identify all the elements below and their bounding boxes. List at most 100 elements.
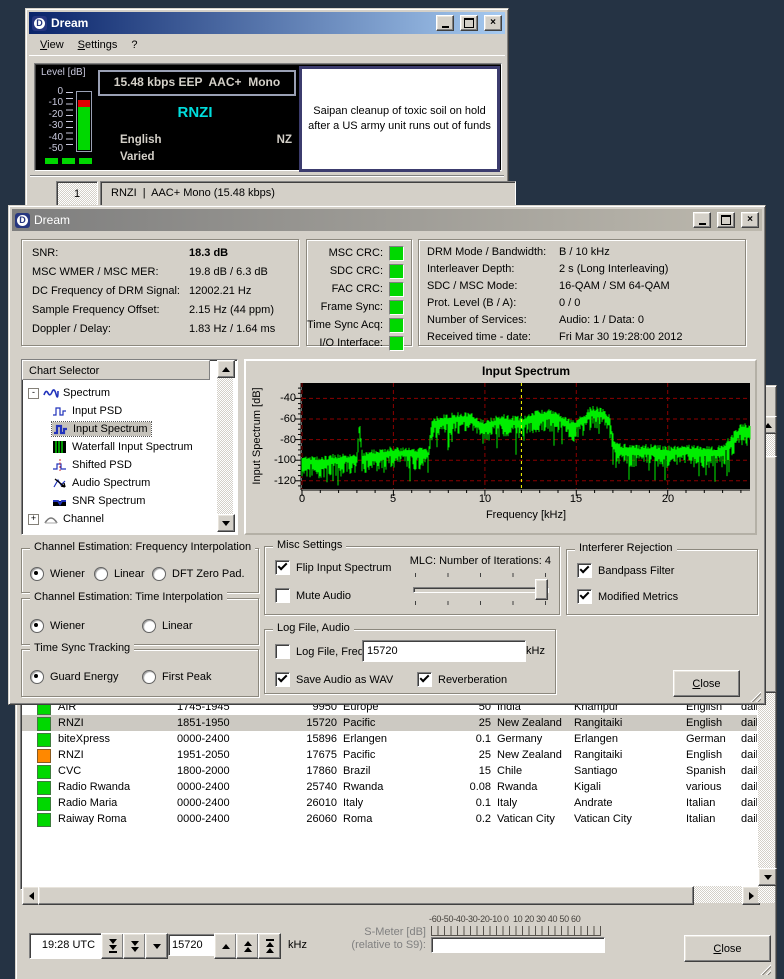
cell-target: Roma xyxy=(343,811,372,827)
slider-groove[interactable] xyxy=(413,587,549,593)
reverberation-checkbox[interactable]: Reverberation xyxy=(417,672,507,687)
checkbox-icon xyxy=(577,589,592,604)
flip-input-spectrum-checkbox[interactable]: Flip Input Spectrum xyxy=(275,560,391,575)
freq-down-fast-button[interactable] xyxy=(101,933,124,959)
radio-linear-freq[interactable]: Linear xyxy=(94,567,145,581)
mode-label: Number of Services: xyxy=(427,314,527,326)
minimize-button[interactable] xyxy=(436,15,454,31)
tree-item-spectrum[interactable]: - Spectrum xyxy=(28,384,110,402)
freq-up-medium-button[interactable] xyxy=(236,933,259,959)
selector-scroll-down[interactable] xyxy=(217,514,235,532)
hscroll-thumb[interactable] xyxy=(38,886,694,905)
dialog-titlebar[interactable]: D Dream × xyxy=(12,209,762,231)
station-row[interactable]: Raiway Roma 0000-2400 26060 Roma 0.2 Vat… xyxy=(22,811,757,827)
close-window-button[interactable]: × xyxy=(741,212,759,228)
tree-item-snr-spectrum[interactable]: SNR Spectrum xyxy=(52,492,145,510)
resize-grip[interactable] xyxy=(750,691,761,702)
status-led-icon xyxy=(37,733,51,747)
collapse-icon[interactable]: - xyxy=(28,388,39,399)
tree-item-audio-spectrum[interactable]: Audio Spectrum xyxy=(52,474,150,492)
x-axis-label: Frequency [kHz] xyxy=(302,509,750,521)
menu-help[interactable]: ? xyxy=(124,36,144,54)
tree-item-input-psd[interactable]: Input PSD xyxy=(52,402,122,420)
cell-target: Pacific xyxy=(343,715,375,731)
log-freq-input[interactable] xyxy=(362,640,526,662)
radio-linear-time[interactable]: Linear xyxy=(142,619,193,633)
dialog-close-button[interactable]: Close xyxy=(673,670,740,697)
radio-first-peak[interactable]: First Peak xyxy=(142,670,212,684)
slider-handle[interactable] xyxy=(535,579,548,600)
freq-down-medium-button[interactable] xyxy=(123,933,146,959)
stations-close-button[interactable]: Close xyxy=(684,935,771,962)
group-title: Time Sync Tracking xyxy=(30,642,134,654)
mute-audio-checkbox[interactable]: Mute Audio xyxy=(275,588,351,603)
y-tick-label: -60 xyxy=(256,413,296,425)
cell-time: 0000-2400 xyxy=(177,779,230,795)
tree-item-channel[interactable]: + Channel xyxy=(28,510,104,528)
cell-site: Kigali xyxy=(574,779,601,795)
snr-spectrum-icon xyxy=(52,495,68,507)
cell-name: Radio Rwanda xyxy=(58,779,130,795)
cell-name: RNZI xyxy=(58,715,84,731)
minimize-icon xyxy=(442,26,449,28)
cell-language: various xyxy=(686,779,721,795)
close-window-button[interactable]: × xyxy=(484,15,502,31)
save-audio-wav-checkbox[interactable]: Save Audio as WAV xyxy=(275,672,393,687)
selector-scroll-up[interactable] xyxy=(217,360,235,378)
radio-guard-energy[interactable]: Guard Energy xyxy=(30,670,118,684)
cell-time: 1951-2050 xyxy=(177,747,230,763)
tree-item-input-spectrum[interactable]: Input Spectrum xyxy=(52,420,151,438)
expand-icon[interactable]: + xyxy=(28,514,39,525)
radio-wiener-freq[interactable]: Wiener xyxy=(30,567,85,581)
mode-label: SDC / MSC Mode: xyxy=(427,280,517,292)
cell-days: daily xyxy=(741,747,757,763)
freq-up-button[interactable] xyxy=(214,933,237,959)
station-row[interactable]: Radio Rwanda 0000-2400 25740 Rwanda 0.08… xyxy=(22,779,757,795)
station-row[interactable]: biteXpress 0000-2400 15896 Erlangen 0.1 … xyxy=(22,731,757,747)
menu-view[interactable]: View xyxy=(33,36,71,54)
station-row[interactable]: Radio Maria 0000-2400 26010 Italy 0.1 It… xyxy=(22,795,757,811)
main-window: D Dream × View Settings ? Level [dB] 0 -… xyxy=(25,8,509,207)
chart-selector-header[interactable]: Chart Selector xyxy=(22,360,210,380)
freq-up-fast-button[interactable] xyxy=(258,933,281,959)
spectrum-icon xyxy=(43,387,59,399)
modified-metrics-checkbox[interactable]: Modified Metrics xyxy=(577,589,678,604)
frequency-input[interactable] xyxy=(168,934,218,956)
maximize-button[interactable] xyxy=(460,15,478,31)
station-row-selected[interactable]: RNZI 1851-1950 15720 Pacific 25 New Zeal… xyxy=(22,715,757,731)
tree-item-waterfall[interactable]: Waterfall Input Spectrum xyxy=(52,438,193,456)
spectrum-plot xyxy=(246,361,755,533)
station-row[interactable]: CVC 1800-2000 17860 Brazil 15 Chile Sant… xyxy=(22,763,757,779)
tree-label: Audio Spectrum xyxy=(72,477,150,489)
selector-scroll-trough[interactable] xyxy=(217,376,233,514)
station-row[interactable]: RNZI 1951-2050 17675 Pacific 25 New Zeal… xyxy=(22,747,757,763)
radio-dft-zero-pad[interactable]: DFT Zero Pad. xyxy=(152,567,245,581)
menu-settings[interactable]: Settings xyxy=(71,36,125,54)
mlc-iterations-slider[interactable] xyxy=(411,571,551,607)
tree-item-shifted-psd[interactable]: Shifted PSD xyxy=(52,456,132,474)
vscroll-down-button[interactable] xyxy=(758,868,777,886)
cell-power: 0.1 xyxy=(437,795,491,811)
log-file-freq-checkbox[interactable]: Log File, Freq: xyxy=(275,644,367,659)
service-1-button[interactable]: 1 xyxy=(56,181,98,207)
minimize-button[interactable] xyxy=(693,212,711,228)
cell-site: Vatican City xyxy=(574,811,632,827)
down-arrow-icon xyxy=(153,944,161,949)
radio-wiener-time[interactable]: Wiener xyxy=(30,619,85,633)
cell-language: English xyxy=(686,747,722,763)
input-spectrum-chart: Input Spectrum Input Spectrum [dB] Frequ… xyxy=(244,359,757,535)
resize-grip[interactable] xyxy=(760,964,771,975)
maximize-button[interactable] xyxy=(717,212,735,228)
bandpass-filter-checkbox[interactable]: Bandpass Filter xyxy=(577,563,674,578)
stations-hscrollbar[interactable] xyxy=(22,886,758,903)
text-message-line1: Saipan cleanup of toxic soil on hold xyxy=(313,104,485,119)
y-tick-label: -40 xyxy=(256,392,296,404)
maximize-icon xyxy=(721,215,731,225)
main-titlebar[interactable]: D Dream × xyxy=(29,12,505,34)
cell-language: Italian xyxy=(686,795,715,811)
group-title: Log File, Audio xyxy=(273,622,354,634)
freq-down-button[interactable] xyxy=(145,933,168,959)
cell-site: Andrate xyxy=(574,795,613,811)
checkbox-icon xyxy=(417,672,432,687)
x-tick-label: 5 xyxy=(383,493,403,505)
